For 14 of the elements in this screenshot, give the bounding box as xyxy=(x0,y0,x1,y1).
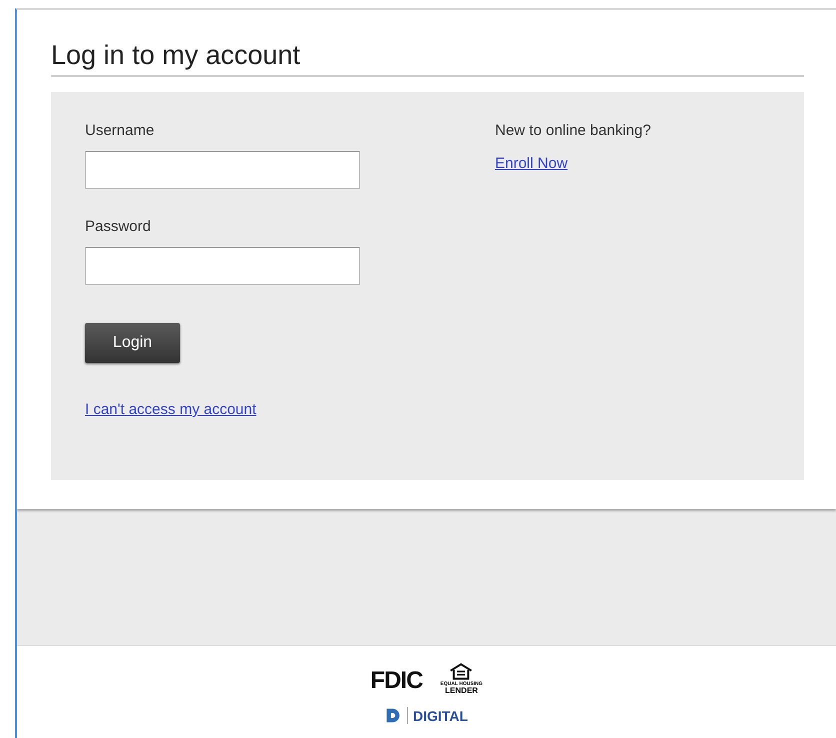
text-input[interactable] xyxy=(85,151,360,189)
logo-text: LENDER xyxy=(445,687,478,695)
field-label: Username xyxy=(85,122,156,139)
house-icon xyxy=(449,663,474,680)
text-input[interactable] xyxy=(85,247,360,285)
page-title: Log in to my account xyxy=(51,40,804,77)
fdic-logo: FDIC xyxy=(370,667,422,695)
enroll-prompt: New to online banking? xyxy=(495,122,651,139)
enroll-link[interactable]: Enroll Now xyxy=(495,155,568,172)
login-button[interactable]: Login xyxy=(85,323,180,363)
field-label: Password xyxy=(85,218,152,235)
d-logo-icon xyxy=(385,707,402,724)
help-link[interactable]: I can't access my account xyxy=(85,401,256,418)
digital-insight-logo: DIGITAL xyxy=(413,708,468,724)
